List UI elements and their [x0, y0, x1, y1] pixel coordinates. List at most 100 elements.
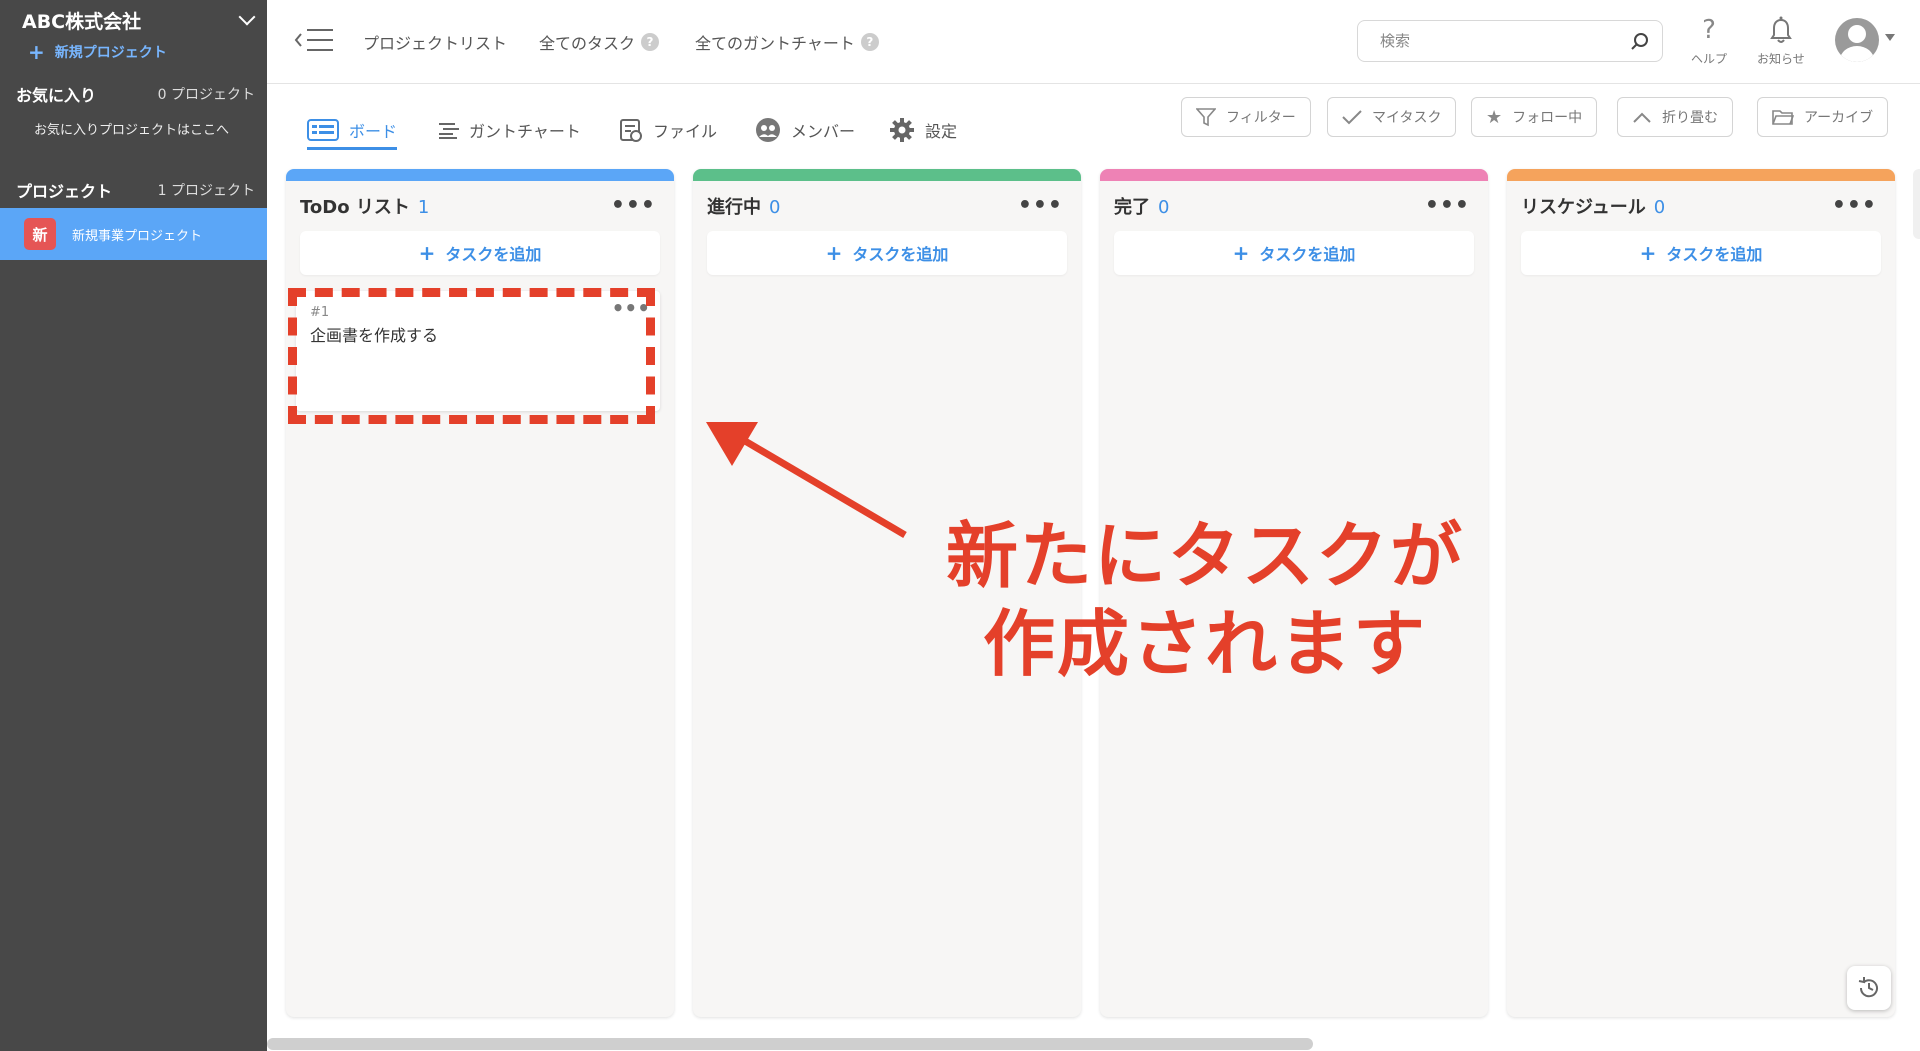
column-count: 0	[1158, 197, 1170, 218]
column-title-text: 完了	[1114, 197, 1150, 218]
add-task-button[interactable]: + タスクを追加	[707, 231, 1067, 275]
caret-down-icon[interactable]	[1885, 34, 1895, 41]
column-title-text: リスケジュール	[1521, 197, 1646, 218]
nav-all-gantt-label: 全てのガントチャート	[695, 34, 855, 53]
check-icon	[1342, 109, 1362, 125]
avatar[interactable]	[1835, 18, 1879, 62]
chevron-up-icon	[1632, 111, 1652, 123]
horizontal-scrollbar[interactable]	[267, 1038, 1313, 1050]
annotation-text: 新たにタスクが 作成されます	[935, 512, 1475, 688]
more-icon[interactable]: •••	[1018, 195, 1063, 217]
project-badge: 新	[24, 218, 56, 250]
favorites-count: 0 プロジェクト	[157, 87, 255, 103]
annotation-line-2: 作成されます	[982, 602, 1427, 686]
plus-icon: +	[28, 40, 45, 64]
plus-icon: +	[418, 241, 436, 265]
projects-count: 1 プロジェクト	[157, 183, 255, 199]
column-title: 完了 0	[1114, 193, 1169, 219]
sidebar-item-project[interactable]: 新 新規事業プロジェクト	[0, 208, 267, 260]
nav-project-list[interactable]: プロジェクトリスト	[363, 30, 507, 54]
project-name: 新規事業プロジェクト	[72, 228, 203, 244]
tab-settings-label: 設定	[925, 122, 958, 141]
favorites-empty-text: お気に入りプロジェクトはここへ	[34, 122, 230, 138]
history-button[interactable]	[1847, 966, 1891, 1010]
search-icon[interactable]	[1630, 31, 1650, 51]
filter-icon	[1196, 107, 1216, 127]
history-icon	[1858, 977, 1878, 998]
tab-board[interactable]: ボード	[307, 112, 398, 150]
bell-icon	[1770, 16, 1792, 43]
help-question-icon[interactable]: ?	[641, 33, 660, 51]
projects-header: プロジェクト 1 プロジェクト	[0, 178, 267, 202]
members-icon	[755, 117, 781, 143]
nav-all-tasks[interactable]: 全てのタスク?	[539, 30, 660, 54]
notify-label: お知らせ	[1757, 52, 1805, 66]
column-title: リスケジュール 0	[1521, 193, 1665, 219]
question-icon: ?	[1702, 15, 1716, 45]
my-tasks-label: マイタスク	[1372, 110, 1442, 126]
column-title-text: 進行中	[707, 197, 761, 218]
board-icon	[307, 118, 339, 141]
add-task-label: タスクを追加	[1259, 245, 1356, 264]
tab-members[interactable]: メンバー	[755, 112, 855, 148]
archive-button[interactable]: アーカイブ	[1757, 97, 1889, 137]
filter-label: フィルター	[1226, 110, 1296, 126]
column-count: 0	[769, 197, 781, 218]
gantt-icon	[439, 121, 459, 139]
add-task-label: タスクを追加	[852, 245, 949, 264]
help-label: ヘルプ	[1691, 52, 1728, 66]
add-task-button[interactable]: + タスクを追加	[1114, 231, 1474, 275]
task-title: 企画書を作成する	[310, 326, 439, 345]
favorites-title: お気に入り	[16, 86, 97, 105]
my-tasks-button[interactable]: マイタスク	[1327, 97, 1457, 137]
plus-icon: +	[1232, 241, 1250, 265]
nav-all-gantt[interactable]: 全てのガントチャート?	[695, 30, 879, 54]
folder-icon	[1772, 108, 1794, 126]
column-title: ToDo リスト 1	[300, 193, 429, 219]
task-card[interactable]: #1 企画書を作成する •••	[296, 291, 660, 411]
notifications-button[interactable]: お知らせ	[1757, 14, 1805, 67]
tab-board-label: ボード	[349, 121, 398, 141]
column-header: 進行中 0 •••	[693, 181, 1081, 231]
collapse-button[interactable]: 折り畳む	[1617, 97, 1733, 137]
help-question-icon[interactable]: ?	[860, 33, 879, 51]
more-icon[interactable]: •••	[1832, 195, 1877, 217]
next-column-edge	[1913, 169, 1920, 239]
projects-title: プロジェクト	[16, 182, 113, 201]
new-project-button[interactable]: + 新規プロジェクト	[0, 40, 267, 64]
plus-icon: +	[1639, 241, 1657, 265]
org-name: ABC株式会社	[22, 10, 142, 33]
top-bar: プロジェクトリスト 全てのタスク? 全てのガントチャート? ? ヘルプ お知らせ	[267, 0, 1920, 84]
add-task-button[interactable]: + タスクを追加	[300, 231, 660, 275]
collapse-sidebar-icon[interactable]	[293, 26, 335, 54]
add-task-label: タスクを追加	[1666, 245, 1763, 264]
help-button[interactable]: ? ヘルプ	[1691, 14, 1727, 67]
archive-label: アーカイブ	[1804, 110, 1874, 126]
board-column: ToDo リスト 1 ••• + タスクを追加 #1 企画書を作成する •••	[286, 169, 674, 1017]
add-task-button[interactable]: + タスクを追加	[1521, 231, 1881, 275]
following-button[interactable]: ★ フォロー中	[1471, 97, 1598, 137]
task-id: #1	[310, 305, 330, 320]
org-switcher[interactable]: ABC株式会社	[0, 0, 267, 40]
favorites-header: お気に入り 0 プロジェクト	[0, 82, 267, 106]
more-icon[interactable]: •••	[1425, 195, 1470, 217]
search-box[interactable]	[1357, 20, 1663, 62]
nav-all-tasks-label: 全てのタスク	[539, 34, 636, 53]
column-count: 0	[1653, 197, 1666, 218]
filter-button[interactable]: フィルター	[1181, 97, 1311, 137]
chevron-down-icon	[238, 8, 256, 26]
nav-project-list-label: プロジェクトリスト	[363, 34, 508, 53]
column-header: ToDo リスト 1 •••	[286, 181, 674, 231]
tab-files[interactable]: ファイル	[619, 112, 717, 148]
tab-files-label: ファイル	[653, 122, 718, 141]
more-icon[interactable]: •••	[611, 195, 656, 217]
tab-row: ボード ガントチャート ファイル メンバー 設定 フィルター マイタスク ★ フ…	[267, 84, 1920, 164]
tab-gantt[interactable]: ガントチャート	[439, 112, 581, 148]
search-input[interactable]	[1380, 32, 1630, 50]
column-count: 1	[417, 197, 430, 218]
tab-members-label: メンバー	[791, 122, 856, 141]
star-icon: ★	[1486, 106, 1503, 128]
tab-settings[interactable]: 設定	[889, 112, 957, 148]
collapse-label: 折り畳む	[1662, 110, 1718, 126]
more-icon[interactable]: •••	[612, 298, 650, 318]
